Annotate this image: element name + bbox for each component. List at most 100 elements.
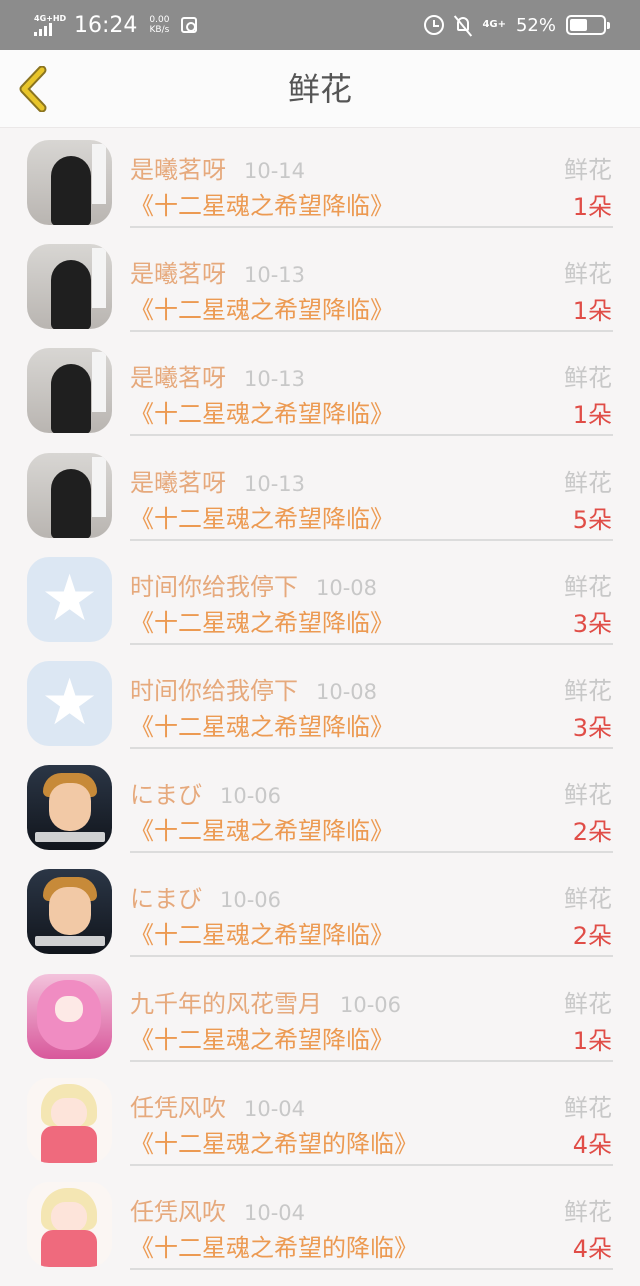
gift-list-item[interactable]: ★ 时间你给我停下 10-08 《十二星魂之希望降临》 鲜花 3朵 xyxy=(0,660,640,765)
mobile-data-icon: 4G+ xyxy=(482,19,506,30)
book-title[interactable]: 《十二星魂之希望降临》 xyxy=(130,915,394,950)
network-speed-unit: KB/s xyxy=(149,25,170,35)
user-avatar[interactable] xyxy=(27,869,112,955)
sender-line: 时间你给我停下 10-08 xyxy=(130,671,378,705)
user-avatar[interactable] xyxy=(27,973,112,1059)
book-title[interactable]: 《十二星魂之希望降临》 xyxy=(130,707,394,742)
gift-type: 鲜花 xyxy=(564,989,612,1018)
sender-line: にまび 10-06 xyxy=(130,775,282,809)
sender-name[interactable]: 任凭风吹 xyxy=(130,1192,226,1227)
clock: 16:24 xyxy=(74,12,138,38)
gift-count: 5朵 xyxy=(572,505,612,534)
row-divider xyxy=(130,1163,613,1166)
gift-type: 鲜花 xyxy=(564,885,612,914)
gift-count: 3朵 xyxy=(572,609,612,638)
gift-list-item[interactable]: 是曦茗呀 10-13 《十二星魂之希望降临》 鲜花 1朵 xyxy=(0,348,640,452)
gift-count: 2朵 xyxy=(572,922,612,951)
sender-name[interactable]: にまび xyxy=(130,775,202,810)
book-title[interactable]: 《十二星魂之希望的降临》 xyxy=(130,1124,418,1159)
gift-list-item[interactable]: にまび 10-06 《十二星魂之希望降临》 鲜花 2朵 xyxy=(0,869,640,973)
status-bar-left: 4G+HD 16:24 0.00 KB/s xyxy=(34,0,198,50)
battery-percentage: 52% xyxy=(515,14,556,36)
sender-name[interactable]: 任凭风吹 xyxy=(130,1088,226,1123)
sender-name[interactable]: 九千年的风花雪月 xyxy=(130,984,322,1019)
sender-line: 是曦茗呀 10-13 xyxy=(130,254,305,288)
gift-date: 10-06 xyxy=(220,784,282,809)
user-avatar[interactable] xyxy=(27,452,112,538)
gift-list: 是曦茗呀 10-14 《十二星魂之希望降临》 鲜花 1朵 是曦茗呀 10-13 《十二星魂之希… xyxy=(0,140,640,1286)
user-avatar[interactable] xyxy=(27,1077,112,1163)
book-title[interactable]: 《十二星魂之希望降临》 xyxy=(130,290,394,325)
gift-list-item[interactable]: にまび 10-06 《十二星魂之希望降临》 鲜花 2朵 xyxy=(0,765,640,869)
app-header: 鲜花 xyxy=(0,50,640,128)
sender-name[interactable]: 是曦茗呀 xyxy=(130,150,226,185)
user-avatar[interactable] xyxy=(27,140,112,225)
book-title[interactable]: 《十二星魂之希望降临》 xyxy=(130,811,394,846)
gift-count: 1朵 xyxy=(572,1026,612,1055)
gift-count: 1朵 xyxy=(572,297,612,326)
gift-date: 10-08 xyxy=(316,575,378,600)
sender-name[interactable]: 时间你给我停下 xyxy=(130,567,298,602)
gift-type: 鲜花 xyxy=(564,781,612,810)
sender-line: にまび 10-06 xyxy=(130,879,282,913)
gift-type: 鲜花 xyxy=(564,156,612,184)
gift-type: 鲜花 xyxy=(564,1197,612,1226)
network-speed: 0.00 KB/s xyxy=(149,15,169,35)
gift-list-item[interactable]: 九千年的风花雪月 10-06 《十二星魂之希望降临》 鲜花 1朵 xyxy=(0,973,640,1078)
gift-type: 鲜花 xyxy=(564,676,612,705)
gift-count: 4朵 xyxy=(572,1234,612,1263)
row-divider xyxy=(130,642,613,645)
gift-type: 鲜花 xyxy=(564,364,612,393)
gift-list-item[interactable]: 是曦茗呀 10-14 《十二星魂之希望降临》 鲜花 1朵 xyxy=(0,140,640,244)
book-title[interactable]: 《十二星魂之希望降临》 xyxy=(130,603,394,638)
row-divider xyxy=(130,851,613,854)
gift-date: 10-06 xyxy=(340,992,402,1017)
battery-icon xyxy=(566,15,610,35)
sender-name[interactable]: にまび xyxy=(130,879,202,914)
status-bar: 4G+HD 16:24 0.00 KB/s 4G+ 52% xyxy=(0,0,640,50)
book-title[interactable]: 《十二星魂之希望降临》 xyxy=(130,186,394,221)
sender-line: 是曦茗呀 10-14 xyxy=(130,150,305,184)
alarm-clock-icon xyxy=(424,15,445,35)
gift-date: 10-08 xyxy=(316,679,378,704)
book-title[interactable]: 《十二星魂之希望降临》 xyxy=(130,394,394,429)
row-divider xyxy=(130,1267,613,1270)
network-type-label: 4G+HD xyxy=(34,14,67,23)
user-avatar[interactable] xyxy=(27,348,112,434)
page-title: 鲜花 xyxy=(287,70,352,108)
gift-list-item[interactable]: 是曦茗呀 10-13 《十二星魂之希望降临》 鲜花 5朵 xyxy=(0,452,640,557)
gift-type: 鲜花 xyxy=(564,468,612,497)
sender-name[interactable]: 时间你给我停下 xyxy=(130,671,298,706)
gift-list-item[interactable]: 任凭风吹 10-04 《十二星魂之希望的降临》 鲜花 4朵 xyxy=(0,1181,640,1286)
gift-count: 1朵 xyxy=(572,401,612,430)
gift-list-item[interactable]: 是曦茗呀 10-13 《十二星魂之希望降临》 鲜花 1朵 xyxy=(0,244,640,348)
gift-list-item[interactable]: 任凭风吹 10-04 《十二星魂之希望的降临》 鲜花 4朵 xyxy=(0,1077,640,1182)
book-title[interactable]: 《十二星魂之希望降临》 xyxy=(130,499,394,534)
gift-list-item[interactable]: ★ 时间你给我停下 10-08 《十二星魂之希望降临》 鲜花 3朵 xyxy=(0,556,640,661)
gift-date: 10-06 xyxy=(220,888,282,913)
user-avatar[interactable] xyxy=(27,765,112,851)
cellular-signal-icon: 4G+HD xyxy=(34,10,66,40)
gift-count: 4朵 xyxy=(572,1130,612,1159)
gift-count: 3朵 xyxy=(572,713,612,742)
status-bar-right: 4G+ 52% xyxy=(424,0,610,50)
sender-name[interactable]: 是曦茗呀 xyxy=(130,358,226,393)
user-avatar[interactable]: ★ xyxy=(27,556,112,642)
sender-name[interactable]: 是曦茗呀 xyxy=(130,463,226,498)
sender-line: 任凭风吹 10-04 xyxy=(130,1088,306,1122)
gift-count: 1朵 xyxy=(572,193,612,221)
user-avatar[interactable]: ★ xyxy=(27,660,112,746)
sender-name[interactable]: 是曦茗呀 xyxy=(130,254,226,289)
row-divider xyxy=(130,226,613,228)
network-speed-value: 0.00 xyxy=(149,15,170,25)
gift-date: 10-04 xyxy=(244,1096,306,1121)
book-title[interactable]: 《十二星魂之希望的降临》 xyxy=(130,1228,418,1263)
row-divider xyxy=(130,330,613,333)
sender-line: 任凭风吹 10-04 xyxy=(130,1192,305,1226)
sender-line: 是曦茗呀 10-13 xyxy=(130,463,305,497)
user-avatar[interactable] xyxy=(27,1181,112,1267)
user-avatar[interactable] xyxy=(27,244,112,330)
row-divider xyxy=(130,1059,613,1062)
book-title[interactable]: 《十二星魂之希望降临》 xyxy=(130,1020,394,1055)
screenshot-icon xyxy=(181,17,198,33)
